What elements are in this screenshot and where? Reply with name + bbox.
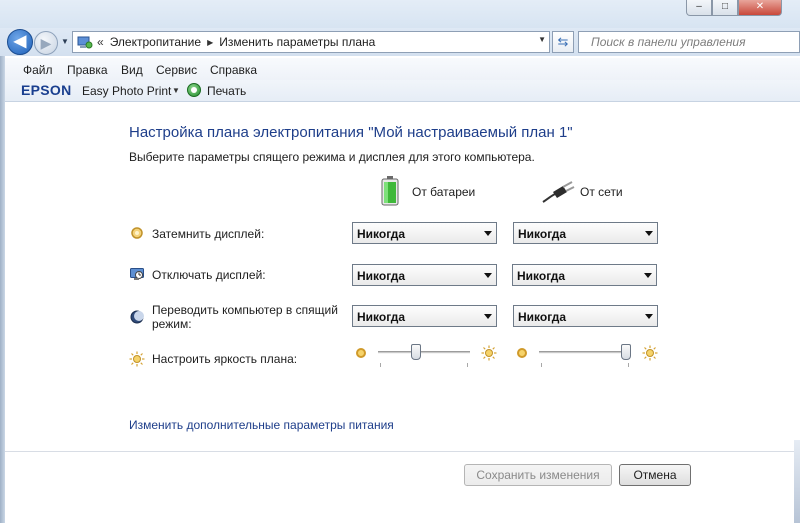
easy-photo-print-dropdown[interactable]: ▼	[172, 86, 180, 95]
brightness-power-slider[interactable]	[513, 342, 663, 372]
slider-tick	[541, 363, 542, 367]
recent-pages-dropdown[interactable]: ▼	[61, 37, 69, 46]
window-frame	[0, 56, 5, 523]
window-controls: – □ ✕	[686, 0, 782, 16]
epson-logo: EPSON	[21, 82, 72, 98]
dim-display-battery-select[interactable]: Никогда	[352, 222, 497, 244]
sleep-label: Переводить компьютер в спящий режим:	[152, 303, 338, 331]
display-off-battery-select[interactable]: Никогда	[352, 264, 497, 286]
breadcrumb-edit-plan[interactable]: Изменить параметры плана	[219, 35, 375, 49]
bright-sun-icon	[642, 345, 658, 361]
dim-sun-icon	[517, 348, 527, 358]
slider-track	[539, 351, 631, 354]
epson-toolbar: EPSON Easy Photo Print ▼ Печать	[5, 80, 800, 102]
menu-file[interactable]: Файл	[23, 63, 53, 77]
address-bar[interactable]: « Электропитание ▶ Изменить параметры пл…	[72, 31, 550, 53]
close-button[interactable]: ✕	[738, 0, 782, 16]
chevron-down-icon	[484, 231, 492, 236]
bright-sun-icon	[481, 345, 497, 361]
sleep-battery-select[interactable]: Никогда	[352, 305, 497, 327]
breadcrumb-power-options[interactable]: Электропитание	[110, 35, 201, 49]
chevron-down-icon	[645, 231, 653, 236]
menu-help[interactable]: Справка	[210, 63, 257, 77]
dim-sun-icon	[356, 348, 366, 358]
print-button[interactable]: Печать	[207, 84, 246, 98]
title-bar: – □ ✕	[0, 0, 800, 28]
page-subtitle: Выберите параметры спящего режима и дисп…	[129, 150, 535, 164]
minimize-button[interactable]: –	[686, 0, 712, 16]
footer-divider	[5, 451, 800, 452]
menu-bar: Файл Правка Вид Сервис Справка	[5, 58, 800, 80]
sleep-power-select[interactable]: Никогда	[513, 305, 658, 327]
dim-display-battery-value: Никогда	[357, 227, 406, 241]
slider-tick	[380, 363, 381, 367]
slider-tick	[467, 363, 468, 367]
brightness-label: Настроить яркость плана:	[152, 352, 298, 366]
save-changes-button[interactable]: Сохранить изменения	[464, 464, 612, 486]
sleep-power-value: Никогда	[518, 310, 567, 324]
control-panel-icon	[77, 36, 93, 49]
breadcrumb-separator-icon[interactable]: ▶	[207, 38, 213, 47]
window-frame-corner	[794, 440, 800, 523]
slider-track	[378, 351, 470, 354]
page-title: Настройка плана электропитания "Мой наст…	[129, 124, 573, 141]
cancel-button[interactable]: Отмена	[619, 464, 691, 486]
brightness-battery-slider[interactable]	[352, 342, 502, 372]
navigation-bar: ◀ ▶ ▼ « Электропитание ▶ Изменить параме…	[0, 28, 800, 56]
slider-tick	[628, 363, 629, 367]
sleep-moon-icon	[130, 310, 144, 324]
menu-view[interactable]: Вид	[121, 63, 143, 77]
display-off-icon	[130, 268, 144, 280]
column-battery-label: От батареи	[412, 185, 476, 199]
display-off-battery-value: Никогда	[357, 269, 406, 283]
chevron-down-icon	[645, 314, 653, 319]
menu-tools[interactable]: Сервис	[156, 63, 197, 77]
dim-display-icon	[131, 227, 143, 239]
search-input[interactable]	[591, 35, 791, 49]
slider-thumb[interactable]	[410, 344, 421, 360]
display-off-power-select[interactable]: Никогда	[512, 264, 657, 286]
column-power-label: От сети	[580, 185, 623, 199]
chevron-down-icon	[644, 273, 652, 278]
dim-display-label: Затемнить дисплей:	[152, 227, 265, 241]
chevron-down-icon	[484, 314, 492, 319]
back-button[interactable]: ◀	[7, 29, 33, 55]
address-dropdown[interactable]: ▼	[538, 35, 546, 44]
search-box[interactable]	[578, 31, 800, 53]
dim-display-power-value: Никогда	[518, 227, 567, 241]
display-off-label: Отключать дисплей:	[152, 268, 266, 282]
brightness-icon	[129, 351, 145, 367]
power-plug-icon	[542, 181, 575, 203]
dim-display-power-select[interactable]: Никогда	[513, 222, 658, 244]
slider-thumb[interactable]	[621, 344, 631, 360]
forward-button[interactable]: ▶	[34, 31, 58, 55]
easy-photo-print-button[interactable]: Easy Photo Print	[82, 84, 171, 98]
breadcrumb-overflow[interactable]: «	[97, 35, 104, 49]
refresh-button[interactable]: ⇆	[552, 31, 574, 53]
sleep-battery-value: Никогда	[357, 310, 406, 324]
advanced-settings-link[interactable]: Изменить дополнительные параметры питани…	[129, 418, 394, 432]
battery-icon	[381, 176, 399, 206]
display-off-power-value: Никогда	[517, 269, 566, 283]
menu-edit[interactable]: Правка	[67, 63, 108, 77]
chevron-down-icon	[484, 273, 492, 278]
maximize-button[interactable]: □	[712, 0, 738, 16]
print-icon[interactable]	[187, 83, 201, 97]
